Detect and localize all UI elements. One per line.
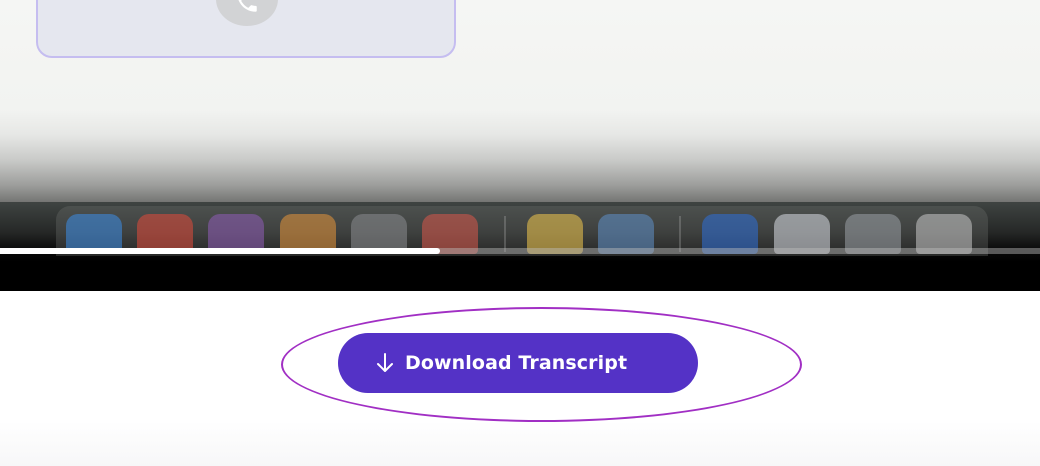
arrow-down-icon (374, 352, 396, 374)
download-transcript-label: Download Transcript (405, 352, 628, 374)
video-frame-content (0, 0, 1040, 205)
phone-icon (216, 0, 278, 26)
download-transcript-button[interactable]: Download Transcript (338, 333, 698, 393)
video-player[interactable] (0, 0, 1040, 291)
call-card (36, 0, 456, 58)
dock-divider (504, 216, 506, 252)
video-progress-bar[interactable] (0, 248, 1040, 254)
dock-divider (679, 216, 681, 252)
video-progress-fill (0, 248, 440, 254)
